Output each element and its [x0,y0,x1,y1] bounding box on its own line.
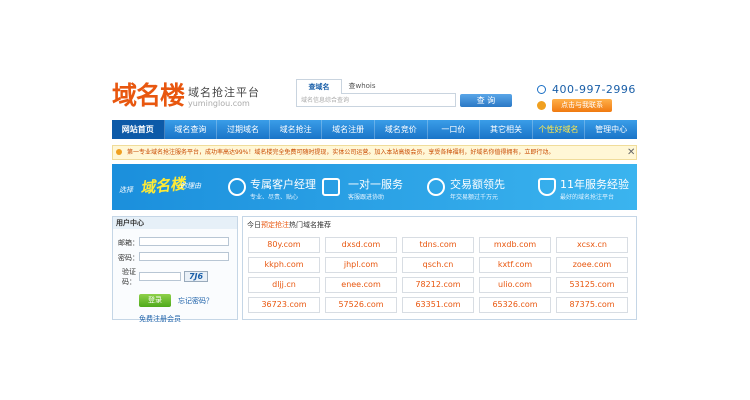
nav-item-domain-query[interactable]: 域名查询 [165,120,218,139]
yen-icon [427,178,445,196]
search-input[interactable]: 域名信息综合查询 [296,93,456,107]
register-link[interactable]: 免费注册会员 [139,314,181,324]
domain-item[interactable]: 80y.com [248,237,320,253]
recommended-domains-title: 今日预定抢注热门域名推荐 [247,221,331,229]
domain-item[interactable]: dxsd.com [325,237,397,253]
feature-title: 交易额领先 [450,178,505,191]
domain-item[interactable]: xcsx.cn [556,237,628,253]
domain-item[interactable]: mxdb.com [479,237,551,253]
nav-item-home[interactable]: 网站首页 [112,120,165,139]
domain-item[interactable]: 78212.com [402,277,474,293]
email-label: 邮箱： [118,239,139,247]
email-field[interactable] [139,237,229,246]
feature-subtitle: 年交易额过千万元 [450,194,499,201]
feature-title: 专属客户经理 [250,178,316,191]
domain-item[interactable]: qsch.cn [402,257,474,273]
nav-item-domain-auction[interactable]: 域名竞价 [375,120,428,139]
captcha-label: 验证 [122,268,136,276]
domain-item[interactable]: 53125.com [556,277,628,293]
domain-item[interactable]: 63351.com [402,297,474,313]
nav-item-other[interactable]: 其它相关 [480,120,533,139]
main-nav: 网站首页 域名查询 过期域名 域名抢注 域名注册 域名竞价 一口价 其它相关 个… [112,120,637,139]
domain-item[interactable]: 65326.com [479,297,551,313]
user-center-title: 用户中心 [113,217,237,229]
captcha-image[interactable]: 7J6 [184,271,208,282]
nav-item-premium-domains[interactable]: 个性好域名 [533,120,586,139]
logo-url: yuminglou.com [188,99,250,108]
feature-subtitle: 专业、尽责、贴心 [250,194,299,201]
customer-manager-icon [228,178,246,196]
domain-item[interactable]: ulio.com [479,277,551,293]
trophy-icon [538,178,556,196]
feature-subtitle: 客服跟进协助 [348,194,385,201]
domain-item[interactable]: enee.com [325,277,397,293]
login-button[interactable]: 登录 [139,294,171,307]
feature-subtitle: 最好的域名抢注平台 [560,194,615,201]
captcha-field[interactable] [139,272,181,281]
domain-item[interactable]: kkph.com [248,257,320,273]
nav-item-domain-snapback[interactable]: 域名抢注 [270,120,323,139]
domain-item[interactable]: tdns.com [402,237,474,253]
tab-domain-search[interactable]: 查域名 [296,79,342,94]
password-label: 密码： [118,254,139,262]
chat-icon [322,178,340,196]
password-field[interactable] [139,252,229,261]
feature-title: 11年服务经验 [560,178,629,191]
domain-item[interactable]: 87375.com [556,297,628,313]
support-avatar-icon [537,101,546,110]
phone-number: 400-997-2996 [552,83,636,96]
feature-title: 一对一服务 [348,178,403,191]
domain-item[interactable]: 57526.com [325,297,397,313]
site-logo[interactable]: 域名楼 [112,83,185,108]
forgot-password-link[interactable]: 忘记密码？ [178,296,213,306]
domain-item[interactable]: dljj.cn [248,277,320,293]
logo-subtitle: 域名抢注平台 [188,86,260,99]
captcha-label-line2: 码： [122,278,136,286]
nav-item-fixed-price[interactable]: 一口价 [428,120,481,139]
close-icon[interactable]: ✕ [627,145,635,160]
nav-item-admin[interactable]: 管理中心 [585,120,637,139]
domain-item[interactable]: kxtf.com [479,257,551,273]
search-button[interactable]: 查 询 [460,94,512,107]
nav-item-expired-domains[interactable]: 过期域名 [217,120,270,139]
tab-whois-search[interactable]: 查whois [342,79,382,93]
domain-item[interactable]: 36723.com [248,297,320,313]
banner-slogan-pre: 选择 [119,186,133,194]
notice-icon [116,149,122,155]
phone-icon [537,85,546,94]
domain-item[interactable]: zoee.com [556,257,628,273]
notice-bar: 第一专业域名抢注服务平台，成功率高达99%！域名楼完全免费可随时提现，实体公司运… [112,145,637,160]
banner-slogan-post: 的理由 [180,182,201,190]
domain-item[interactable]: jhpl.com [325,257,397,273]
contact-button[interactable]: 点击与我联系 [552,99,612,112]
nav-item-domain-register[interactable]: 域名注册 [322,120,375,139]
